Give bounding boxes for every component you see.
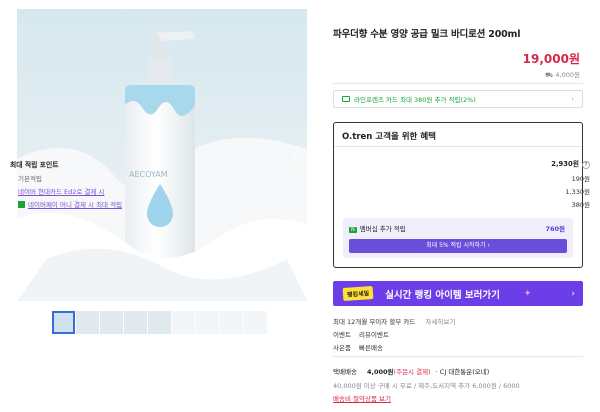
benefit-row-label: 기본적립	[18, 175, 42, 183]
installment-info: 최대 12개월 무이자 할부 카드 자세히보기	[333, 316, 455, 326]
thumbnail-strip	[52, 311, 267, 335]
product-photo: AECOYAM	[17, 9, 307, 301]
fast-delivery-tag[interactable]: 빠른배송	[359, 344, 383, 352]
shipping-fee: 4,000원	[367, 368, 394, 376]
ranking-banner[interactable]: 랭킹세일 실시간 랭킹 아이템 보러가기 ✦ ›	[333, 281, 583, 306]
card-promo-banner[interactable]: 라인프렌즈 카드 최대 380원 추가 적립(2%) ›	[333, 90, 583, 108]
membership-value: 760원	[545, 225, 565, 233]
product-title: 파우더향 수분 영양 공급 밀크 바디로션 200ml	[333, 29, 521, 40]
shipping-row: 택배배송 4,000원(주문시 결제) · CJ 대한통운(오네)	[333, 366, 489, 376]
product-image[interactable]: AECOYAM ‹ ›	[17, 9, 307, 301]
thumbnail[interactable]	[172, 311, 195, 334]
benefit-row-value: 190원	[571, 175, 590, 183]
membership-row: N 멤버십 추가 적립 760원	[349, 223, 565, 233]
shipping-saving-link[interactable]: 배송비 절약상품 보기	[333, 393, 391, 403]
thumbnail[interactable]	[52, 311, 75, 334]
gift-tags: 사은품 빠른배송	[333, 342, 383, 352]
thumbnail[interactable]	[76, 311, 99, 334]
gift-icon: ✦	[523, 288, 532, 299]
shipping-condition: 40,000원 이상 구매 시 무료 / 제주,도서지역 추가 6,000원 /…	[333, 382, 520, 390]
review-event-tag[interactable]: 리뷰이벤트	[359, 331, 389, 339]
thumbnail[interactable]	[148, 311, 171, 334]
benefit-row-value: 1,330원	[565, 188, 590, 196]
installment-text: 최대 12개월 무이자 할부 카드	[333, 318, 416, 326]
thumbnail[interactable]	[124, 311, 147, 334]
shipping-carrier: · CJ 대한통운(오네)	[435, 368, 490, 376]
chevron-right-icon: ›	[571, 288, 575, 299]
benefit-row[interactable]: 네이버페이 머니 결제 시 최대 적립 380원	[10, 199, 590, 209]
divider	[333, 356, 583, 357]
max-points-value: 2,930원	[551, 160, 579, 168]
thumbnail[interactable]	[244, 311, 267, 334]
max-points-row: 최대 적립 포인트 2,930원?	[10, 158, 590, 169]
membership-label: 멤버십 추가 적립	[359, 225, 406, 233]
membership-badge: N	[349, 227, 357, 233]
truck-icon: ⛟	[545, 71, 556, 79]
shipping-label: 택배배송	[333, 368, 357, 376]
product-price: 19,000원	[522, 52, 580, 66]
membership-box: N 멤버십 추가 적립 760원 최대 5% 적립 시작하기 ›	[343, 218, 573, 258]
thumbnail[interactable]	[196, 311, 219, 334]
shipping-fee-value: 4,000원	[555, 71, 580, 79]
benefit-row: 기본적립 190원	[10, 173, 590, 183]
max-points-label: 최대 적립 포인트	[10, 160, 59, 169]
ranking-text: 실시간 랭킹 아이템 보러가기	[385, 289, 500, 301]
chevron-right-icon: ›	[571, 95, 574, 103]
thumbnail[interactable]	[220, 311, 243, 334]
benefit-row[interactable]: 네이버 현대카드 Ed2로 결제 시 1,330원	[10, 186, 590, 196]
ranking-badge: 랭킹세일	[342, 285, 374, 302]
benefit-row-label[interactable]: 네이버페이 머니 결제 시 최대 적립	[28, 201, 122, 209]
help-icon[interactable]: ?	[582, 161, 590, 169]
thumbnail[interactable]	[100, 311, 123, 334]
event-tags: 이벤트 리뷰이벤트	[333, 329, 389, 339]
card-icon	[342, 96, 350, 102]
benefit-row-value: 380원	[571, 201, 590, 209]
installment-detail-link[interactable]: 자세히보기	[425, 318, 455, 326]
membership-start-button[interactable]: 최대 5% 적립 시작하기 ›	[349, 239, 567, 253]
divider	[333, 83, 583, 84]
gift-tag[interactable]: 사은품	[333, 344, 351, 352]
benefit-row-label[interactable]: 네이버 현대카드 Ed2로 결제 시	[18, 186, 104, 196]
benefit-title: O.tren 고객을 위한 혜택	[334, 123, 582, 147]
card-promo-text: 라인프렌즈 카드 최대 380원 추가 적립(2%)	[354, 96, 476, 104]
shipping-fee-note: (주문시 결제)	[393, 368, 431, 376]
shipping-fee-small: ⛟ 4,000원	[545, 69, 580, 80]
event-tag[interactable]: 이벤트	[333, 331, 351, 339]
naverpay-icon	[18, 201, 25, 208]
